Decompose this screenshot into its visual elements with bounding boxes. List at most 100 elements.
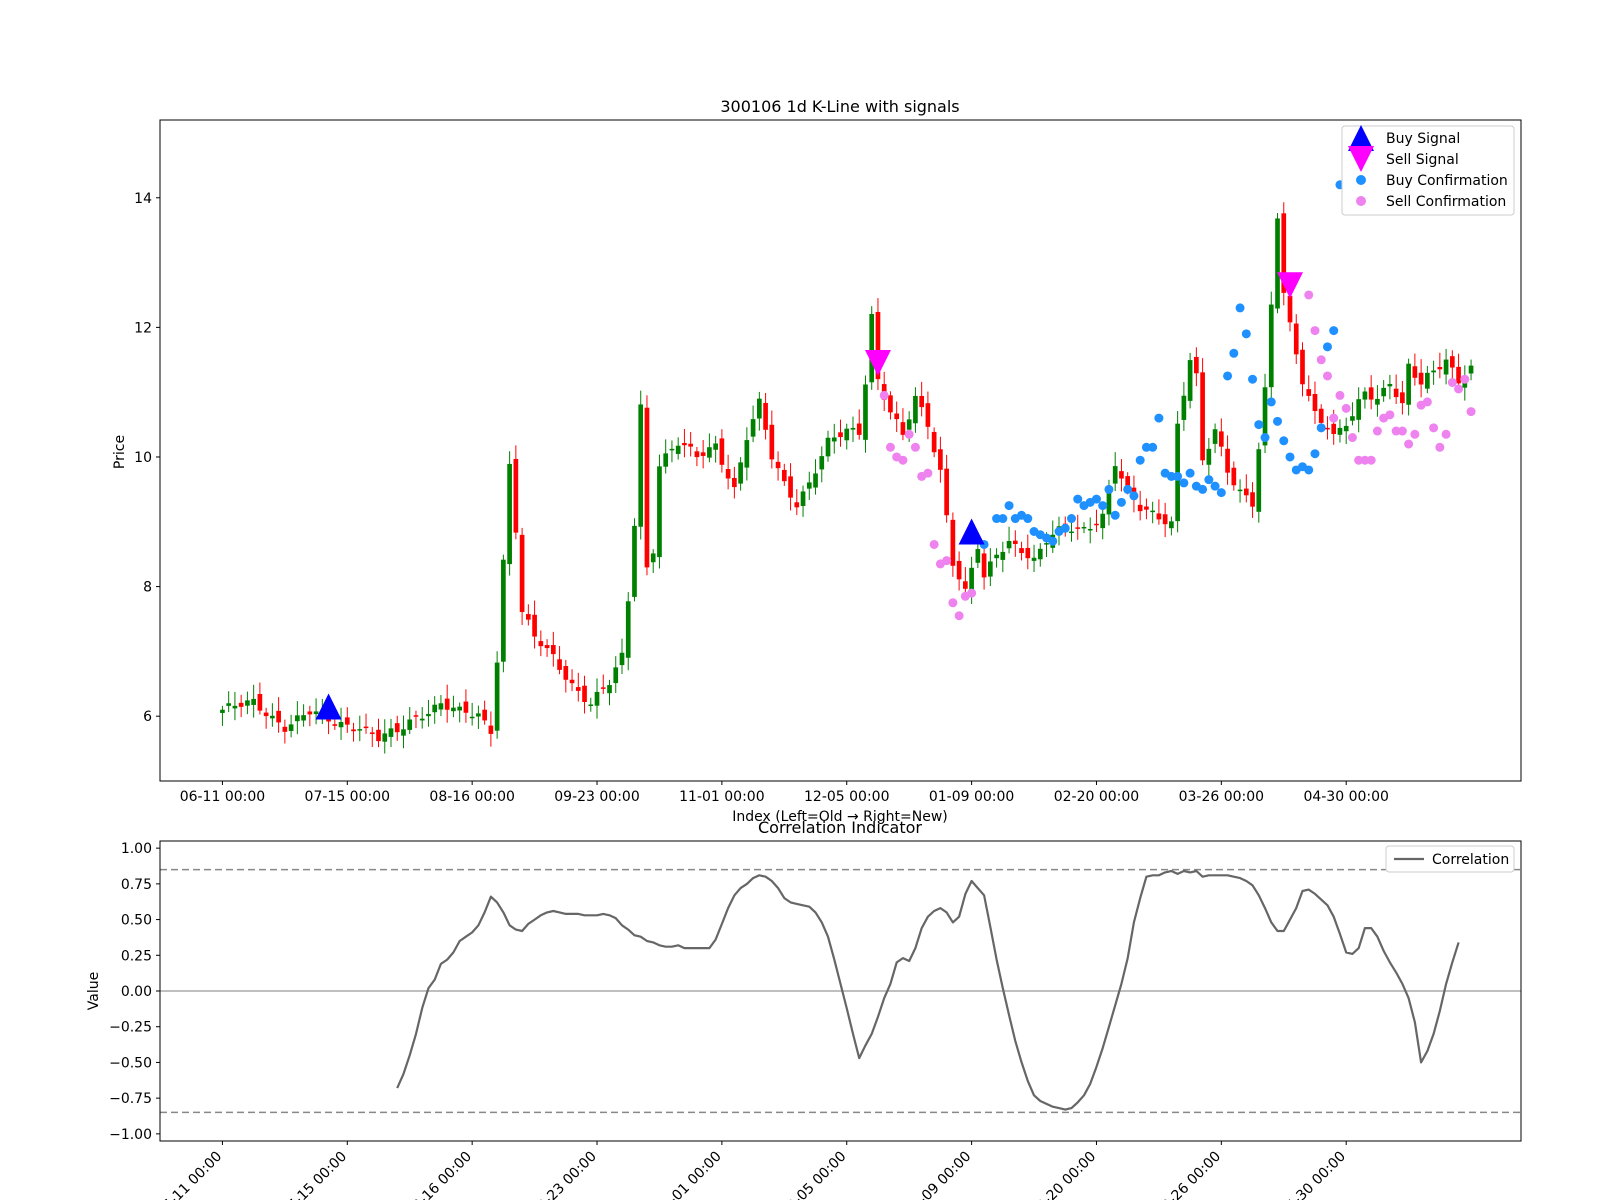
candle-body (1412, 366, 1418, 378)
x-tick-label: 07-15 00:00 (305, 789, 390, 805)
sell-signal-marker (864, 350, 891, 377)
candle-body (1350, 416, 1355, 421)
buy-confirmation-point (1198, 484, 1208, 494)
candle-body (282, 726, 288, 732)
candle-body (750, 419, 756, 437)
candle-body (644, 407, 650, 568)
x-tick-label: 11-01 00:00 (679, 789, 764, 805)
candle-body (413, 715, 419, 717)
x-tick-label: 11-01 00:00 (653, 1149, 725, 1200)
sell-confirmation-point (1435, 442, 1445, 452)
candle-body (1325, 427, 1330, 430)
candle-body (1025, 547, 1031, 559)
candle-body (863, 384, 868, 440)
buy-confirmation-point (1135, 455, 1145, 465)
buy-signal-marker (958, 518, 985, 545)
candle-body (1075, 527, 1081, 529)
candle-body (1231, 467, 1237, 486)
sell-confirmation-point (1347, 433, 1357, 443)
candle-body (357, 729, 363, 731)
candle-body (307, 711, 313, 715)
candle-body (1000, 551, 1006, 560)
x-tick-label: 04-30 00:00 (1303, 789, 1388, 805)
candle-body (869, 314, 875, 383)
figure: 300106 1d K-Line with signals 6 8 10 12 14 0… (86, 97, 1522, 1200)
kline-title: 300106 1d K-Line with signals (720, 97, 959, 116)
candle-body (675, 445, 681, 454)
candle-body (1119, 471, 1124, 479)
candle-body (488, 725, 494, 734)
candle-body (775, 461, 781, 469)
candle-body (251, 698, 256, 705)
candle-body (619, 652, 625, 666)
candle-body (1431, 370, 1436, 373)
kline-legend: Buy Signal Sell Signal Buy Confirmation Sel… (1341, 125, 1515, 216)
candle-body (1006, 540, 1012, 549)
buy-confirmation-point (998, 514, 1008, 524)
sell-confirmation-point (1397, 426, 1407, 436)
sell-confirmation-point (1441, 429, 1451, 439)
candle-body (1312, 394, 1318, 412)
buy-confirmation-point (1216, 488, 1226, 498)
candle-body (263, 712, 269, 717)
x-tick-label: 03-26 00:00 (1179, 789, 1264, 805)
buy-confirmation-point (1204, 475, 1214, 485)
y-tick-label: 0.75 (121, 877, 152, 893)
buy-confirmation-point (1129, 491, 1139, 501)
kline-x-ticks: 06-11 00:00 07-15 00:00 08-16 00:00 09-23 0… (180, 781, 1389, 805)
x-tick-label: 09-23 00:00 (528, 1149, 600, 1200)
correlation-ylabel: Value (86, 972, 102, 1010)
candle-body (513, 458, 519, 533)
candle-body (332, 724, 338, 726)
candle-body (1293, 323, 1299, 355)
candle-body (1287, 295, 1293, 323)
candle-body (1100, 513, 1106, 529)
candle-body (1087, 528, 1093, 531)
candle-body (582, 685, 587, 703)
buy-confirmation-point (1279, 436, 1289, 446)
candle-body (1218, 431, 1224, 447)
candle-body (831, 437, 837, 442)
x-tick-label: 08-16 00:00 (403, 1149, 475, 1200)
candle-body (463, 701, 469, 713)
x-tick-label: 06-11 00:00 (153, 1149, 225, 1200)
candle-body (444, 698, 450, 710)
candle-body (226, 703, 232, 706)
sell-signal-marker (1277, 272, 1304, 299)
candle-body (1144, 506, 1149, 510)
y-tick-label: 10 (134, 450, 152, 466)
legend-label: Correlation (1432, 852, 1509, 868)
sell-confirmation-point (1466, 407, 1476, 417)
candle-body (382, 733, 388, 742)
correlation-y-ticks: 1.00 0.75 0.50 0.25 0.00 −0.25 −0.50 −0.75 −1.00 (109, 841, 160, 1143)
buy-confirmation-point (1104, 484, 1114, 494)
sell-confirmation-point (1429, 423, 1439, 433)
y-tick-label: 12 (134, 320, 152, 336)
candle-body (1212, 429, 1218, 444)
candle-body (338, 722, 344, 728)
candle-body (931, 431, 937, 453)
buy-confirmation-point (1310, 449, 1320, 459)
sell-confirmation-point (1304, 290, 1314, 300)
y-tick-label: −0.50 (109, 1055, 152, 1071)
candle-body (632, 525, 637, 597)
candle-body (1181, 395, 1187, 420)
candle-body (906, 419, 912, 430)
candle-body (519, 534, 525, 613)
sell-confirmation-point (1322, 371, 1332, 381)
candle-body (238, 702, 244, 707)
candle-body (288, 724, 294, 731)
candle-body (1094, 523, 1099, 526)
candle-body (1225, 448, 1230, 473)
x-tick-label: 12-05 00:00 (778, 1149, 850, 1200)
candle-body (301, 715, 306, 721)
candle-body (401, 729, 406, 736)
buy-confirmation-point (1235, 303, 1245, 313)
candle-body (994, 554, 999, 559)
candle-body (295, 715, 300, 722)
buy-confirmation-point (1229, 348, 1239, 358)
candle-body (1425, 372, 1430, 389)
candle-body (938, 449, 943, 470)
candle-body (507, 463, 512, 565)
candle-body (526, 614, 531, 620)
